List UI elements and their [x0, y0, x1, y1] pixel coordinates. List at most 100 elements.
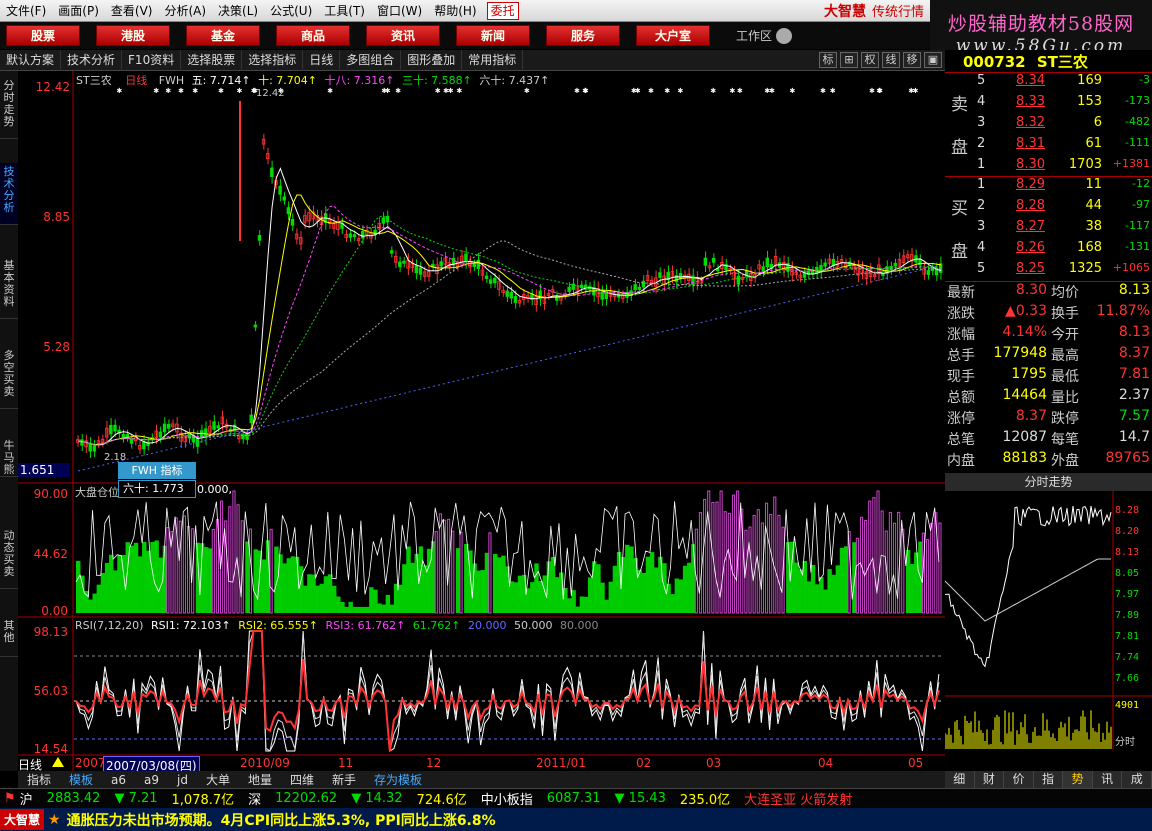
nav-vip-room[interactable]: 大户室: [636, 25, 710, 46]
index-news-ticker[interactable]: 大连圣亚 火箭发射: [744, 789, 852, 808]
toolbar-select-indicator[interactable]: 选择指标: [242, 49, 304, 71]
position-bar: [117, 555, 122, 613]
buy-order-row[interactable]: 4 8.26 168 -131: [945, 240, 1152, 261]
workarea-label[interactable]: 工作区: [736, 27, 772, 44]
toolbar-f10[interactable]: F10资料: [122, 49, 182, 71]
btab-4d[interactable]: 四维: [281, 771, 323, 788]
index-sh-name[interactable]: 沪: [20, 789, 33, 808]
btab-template[interactable]: 模板: [60, 771, 102, 788]
sell-order-row[interactable]: 2 8.31 61 -111: [945, 136, 1152, 157]
tooltip-value: 六十: 1.773: [118, 480, 196, 498]
toolbar-move-button[interactable]: 移: [903, 52, 921, 68]
btab-low-volume[interactable]: 地量: [239, 771, 281, 788]
btab-a6[interactable]: a6: [102, 773, 135, 787]
buy-order-row[interactable]: 5 8.25 1325 +1065: [945, 261, 1152, 282]
nav-funds[interactable]: 基金: [186, 25, 260, 46]
btab-beginner[interactable]: 新手: [323, 771, 365, 788]
menu-file[interactable]: 文件(F): [0, 0, 52, 22]
toolbar-common-indicators[interactable]: 常用指标: [462, 49, 524, 71]
rtab-finance[interactable]: 财: [975, 771, 1005, 788]
rtab-news[interactable]: 讯: [1093, 771, 1123, 788]
toolbar-daily[interactable]: 日线: [303, 49, 341, 71]
rtab-detail[interactable]: 细: [945, 771, 975, 788]
candle-body: [348, 233, 353, 238]
chart-area[interactable]: ✱ ✱ ✱ ✱✱✱ ✱✱ ✱✱ ✱✱ ✱ ✱✱ ✱✱ ✱ ✱✱ ✱✱ ✱✱✱ ✱✱ ✱✱ ✱✱ ✱✱ ✱✱ ✱ ✱✱ ✱✱: [18, 71, 945, 771]
buy-order-row[interactable]: 1 8.29 11 -12: [945, 177, 1152, 198]
grid-icon[interactable]: ⊞: [840, 52, 858, 68]
btab-save-template[interactable]: 存为模板: [365, 771, 431, 788]
stat-value: 89765: [1105, 450, 1150, 466]
menu-view-screen[interactable]: 画面(P): [52, 0, 105, 22]
tab-fundamentals[interactable]: 基本资料: [0, 257, 18, 319]
position-bar: [835, 565, 841, 613]
entrust-button[interactable]: 委托: [486, 1, 519, 20]
index-sz-change: ▼ 14.32: [351, 791, 403, 806]
legend-ma60: 六十: 7.437↑: [479, 74, 550, 87]
menu-window[interactable]: 窗口(W): [371, 0, 428, 22]
rtab-price[interactable]: 价: [1004, 771, 1034, 788]
toolbar-overlay[interactable]: 图形叠加: [401, 49, 463, 71]
toolbar-line-button[interactable]: 线: [882, 52, 900, 68]
menu-formula[interactable]: 公式(U): [264, 0, 318, 22]
tab-bull-bear[interactable]: 牛马熊: [0, 437, 18, 477]
menu-tools[interactable]: 工具(T): [318, 0, 371, 22]
btab-a9[interactable]: a9: [135, 773, 168, 787]
position-bar: [670, 594, 675, 613]
btab-big-order[interactable]: 大单: [197, 771, 239, 788]
menu-analysis[interactable]: 分析(A): [158, 0, 212, 22]
btab-indicator[interactable]: 指标: [18, 771, 60, 788]
nav-commodities[interactable]: 商品: [276, 25, 350, 46]
position-bar: [604, 599, 609, 613]
position-bar: [257, 550, 263, 613]
nav-services[interactable]: 服务: [546, 25, 620, 46]
toolbar-multi-chart[interactable]: 多图组合: [340, 49, 402, 71]
toolbar-default-scheme[interactable]: 默认方案: [0, 49, 62, 71]
sell-order-row[interactable]: 4 8.33 153 -173: [945, 94, 1152, 115]
position-bar: [369, 587, 374, 613]
tab-dynamic-trade[interactable]: 动态买卖: [0, 527, 18, 589]
rtab-trend[interactable]: 势: [1063, 771, 1093, 788]
menu-view[interactable]: 查看(V): [105, 0, 159, 22]
position-bar: [146, 550, 151, 613]
news-headline[interactable]: 通胀压力未出市场预期。4月CPI同比上涨5.3%, PPI同比上涨6.8%: [67, 810, 496, 830]
candle-body: [270, 167, 274, 177]
tab-other[interactable]: 其他: [0, 617, 18, 657]
order-level: 5: [977, 73, 986, 88]
tab-tech-analysis[interactable]: 技术分析: [0, 163, 18, 225]
intraday-title[interactable]: 分时走势: [945, 473, 1152, 491]
candle-body: [257, 235, 262, 241]
intraday-chart[interactable]: 8.28 8.20 8.13 8.05 7.97 7.89 7.81 7.74 7.66 4901…: [944, 491, 1152, 749]
candle-body: [402, 260, 406, 264]
rtab-deals[interactable]: 成: [1122, 771, 1152, 788]
position-bar: [567, 598, 572, 613]
candle-body: [571, 283, 575, 290]
position-bar: [92, 593, 97, 613]
index-sz-name[interactable]: 深: [248, 789, 261, 808]
nav-news[interactable]: 新闻: [456, 25, 530, 46]
sell-order-row[interactable]: 3 8.32 6 -482: [945, 115, 1152, 136]
toolbar-rights-button[interactable]: 权: [861, 52, 879, 68]
menu-decision[interactable]: 决策(L): [212, 0, 264, 22]
toolbar-tech-analysis[interactable]: 技术分析: [61, 49, 123, 71]
candle-body: [352, 234, 357, 238]
rtab-index[interactable]: 指: [1034, 771, 1064, 788]
window-icon[interactable]: ▣: [924, 52, 942, 68]
sell-order-row[interactable]: 5 8.34 169 -3: [945, 73, 1152, 94]
stat-label: 最高: [1051, 348, 1079, 364]
tab-long-short[interactable]: 多空买卖: [0, 347, 18, 409]
nav-info[interactable]: 资讯: [366, 25, 440, 46]
buy-order-row[interactable]: 2 8.28 44 -97: [945, 198, 1152, 219]
nav-stocks[interactable]: 股票: [6, 25, 80, 46]
toolbar-mark-button[interactable]: 标: [819, 52, 837, 68]
buy-order-row[interactable]: 3 8.27 38 -117: [945, 219, 1152, 240]
index-sme-name[interactable]: 中小板指: [481, 789, 533, 808]
window-control-icon[interactable]: [776, 27, 793, 44]
btab-jd[interactable]: jd: [168, 773, 197, 787]
position-bar: [538, 580, 543, 613]
toolbar-select-stock[interactable]: 选择股票: [181, 49, 243, 71]
sell-order-row[interactable]: 1 8.30 1703 +1381: [945, 157, 1152, 178]
tab-intraday[interactable]: 分时走势: [0, 77, 18, 139]
candle-body: [389, 250, 394, 254]
menu-help[interactable]: 帮助(H): [428, 0, 482, 22]
nav-hk-stocks[interactable]: 港股: [96, 25, 170, 46]
